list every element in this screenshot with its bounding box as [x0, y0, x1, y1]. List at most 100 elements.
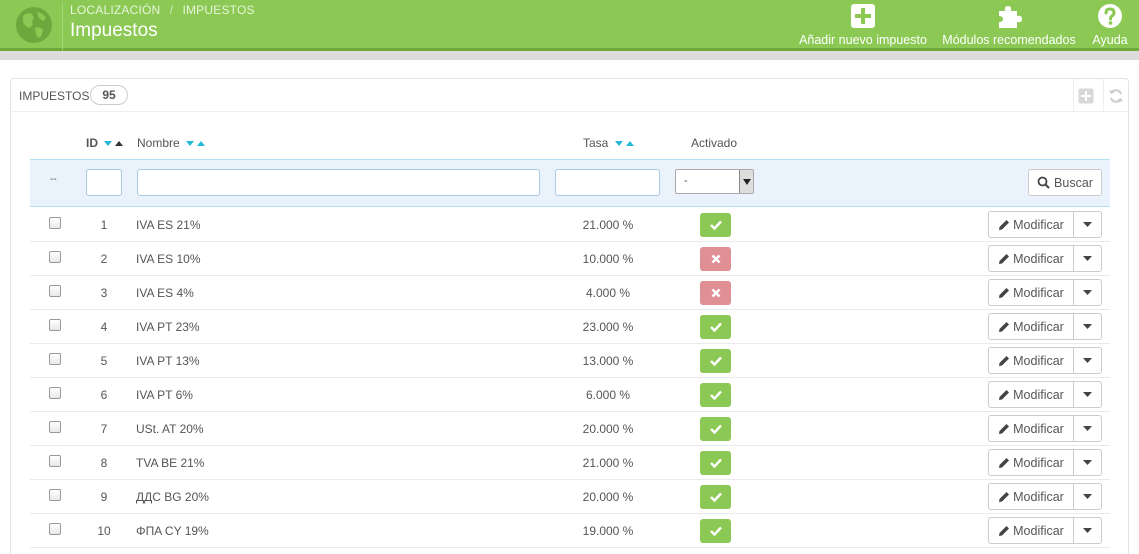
breadcrumb-item-impuestos[interactable]: IMPUESTOS	[182, 3, 254, 17]
filter-active-select[interactable]: -	[675, 169, 754, 194]
column-name-label: Nombre	[137, 136, 180, 150]
edit-button[interactable]: Modificar	[989, 212, 1074, 237]
edit-button[interactable]: Modificar	[989, 382, 1074, 407]
row-checkbox[interactable]	[49, 353, 61, 365]
breadcrumb: LOCALIZACIÓN / IMPUESTOS	[70, 3, 255, 17]
row-id: 1	[100, 218, 108, 232]
filter-name-input[interactable]	[137, 169, 540, 196]
status-toggle[interactable]	[700, 519, 731, 543]
edit-button[interactable]: Modificar	[989, 518, 1074, 543]
column-header-active: Activado	[691, 136, 737, 150]
row-rate: 6.000 %	[585, 388, 631, 402]
row-id: 10	[97, 524, 111, 538]
row-checkbox[interactable]	[49, 285, 61, 297]
panel-title: IMPUESTOS	[19, 89, 90, 103]
row-name: ДДС BG 20%	[136, 490, 209, 504]
status-toggle[interactable]	[700, 213, 731, 237]
row-actions-dropdown[interactable]	[1074, 280, 1101, 305]
row-actions: Modificar	[988, 415, 1102, 442]
row-id: 9	[100, 490, 108, 504]
edit-button[interactable]: Modificar	[989, 314, 1074, 339]
recommended-modules-label: Módulos recomendados	[942, 33, 1076, 47]
caret-down-icon	[1083, 493, 1092, 499]
row-actions-dropdown[interactable]	[1074, 382, 1101, 407]
edit-button-label: Modificar	[1013, 251, 1064, 266]
edit-button-label: Modificar	[1013, 421, 1064, 436]
row-actions: Modificar	[988, 517, 1102, 544]
row-actions-dropdown[interactable]	[1074, 246, 1101, 271]
pencil-icon	[999, 321, 1010, 332]
status-toggle[interactable]	[700, 485, 731, 509]
caret-down-icon	[1083, 289, 1092, 295]
edit-button[interactable]: Modificar	[989, 484, 1074, 509]
row-name: IVA PT 13%	[136, 354, 200, 368]
refresh-icon[interactable]	[1103, 79, 1127, 112]
caret-down-icon	[1083, 255, 1092, 261]
status-toggle[interactable]	[700, 247, 731, 271]
row-id: 4	[100, 320, 108, 334]
pencil-icon	[999, 525, 1010, 536]
caret-down-icon	[1083, 425, 1092, 431]
add-new-icon[interactable]	[1073, 79, 1097, 112]
row-id: 5	[100, 354, 108, 368]
taxes-panel: IMPUESTOS 95 ID Nombre Tasa Activado -- …	[10, 78, 1129, 554]
row-actions-dropdown[interactable]	[1074, 484, 1101, 509]
check-icon	[709, 220, 722, 230]
help-label: Ayuda	[1092, 33, 1128, 47]
sort-arrows-icon[interactable]	[614, 140, 635, 148]
row-checkbox[interactable]	[49, 217, 61, 229]
row-actions-dropdown[interactable]	[1074, 348, 1101, 373]
caret-down-icon	[1083, 221, 1092, 227]
breadcrumb-item-localizacion[interactable]: LOCALIZACIÓN	[70, 3, 160, 17]
help-button[interactable]: Ayuda	[1088, 3, 1132, 47]
row-rate: 4.000 %	[585, 286, 631, 300]
breadcrumb-separator: /	[169, 3, 174, 17]
row-actions-dropdown[interactable]	[1074, 314, 1101, 339]
row-checkbox[interactable]	[49, 455, 61, 467]
status-toggle[interactable]	[700, 417, 731, 441]
row-actions-dropdown[interactable]	[1074, 450, 1101, 475]
pencil-icon	[999, 457, 1010, 468]
edit-button[interactable]: Modificar	[989, 416, 1074, 441]
row-id: 3	[100, 286, 108, 300]
edit-button[interactable]: Modificar	[989, 246, 1074, 271]
table-row: 2 IVA ES 10% 10.000 % Modificar	[30, 242, 1110, 276]
filter-id-input[interactable]	[86, 169, 122, 196]
edit-button[interactable]: Modificar	[989, 450, 1074, 475]
filter-dashes: --	[50, 174, 57, 185]
status-toggle[interactable]	[700, 349, 731, 373]
row-actions-dropdown[interactable]	[1074, 212, 1101, 237]
search-button[interactable]: Buscar	[1028, 169, 1102, 196]
table-row: 10 ΦΠΑ CY 19% 19.000 % Modificar	[30, 514, 1110, 548]
check-icon	[709, 492, 722, 502]
row-checkbox[interactable]	[49, 523, 61, 535]
row-checkbox[interactable]	[49, 421, 61, 433]
table-row: 9 ДДС BG 20% 20.000 % Modificar	[30, 480, 1110, 514]
caret-down-icon	[1083, 459, 1092, 465]
edit-button-label: Modificar	[1013, 319, 1064, 334]
filter-rate-input[interactable]	[555, 169, 660, 196]
add-tax-button[interactable]: Añadir nuevo impuesto	[798, 3, 928, 47]
edit-button[interactable]: Modificar	[989, 348, 1074, 373]
row-actions-dropdown[interactable]	[1074, 518, 1101, 543]
row-checkbox[interactable]	[49, 251, 61, 263]
row-checkbox[interactable]	[49, 489, 61, 501]
table-row: 4 IVA PT 23% 23.000 % Modificar	[30, 310, 1110, 344]
sort-arrows-icon[interactable]	[186, 140, 206, 148]
row-checkbox[interactable]	[49, 319, 61, 331]
status-toggle[interactable]	[700, 451, 731, 475]
recommended-modules-button[interactable]: Módulos recomendados	[940, 3, 1078, 47]
row-actions: Modificar	[988, 483, 1102, 510]
row-checkbox[interactable]	[49, 387, 61, 399]
plus-square-icon	[851, 4, 875, 28]
status-toggle[interactable]	[700, 315, 731, 339]
status-toggle[interactable]	[700, 281, 731, 305]
row-rate: 20.000 %	[582, 422, 634, 436]
edit-button[interactable]: Modificar	[989, 280, 1074, 305]
status-toggle[interactable]	[700, 383, 731, 407]
row-actions-dropdown[interactable]	[1074, 416, 1101, 441]
row-rate: 21.000 %	[582, 456, 634, 470]
table-row: 8 TVA BE 21% 21.000 % Modificar	[30, 446, 1110, 480]
sort-arrows-icon[interactable]	[104, 140, 124, 148]
row-actions: Modificar	[988, 347, 1102, 374]
